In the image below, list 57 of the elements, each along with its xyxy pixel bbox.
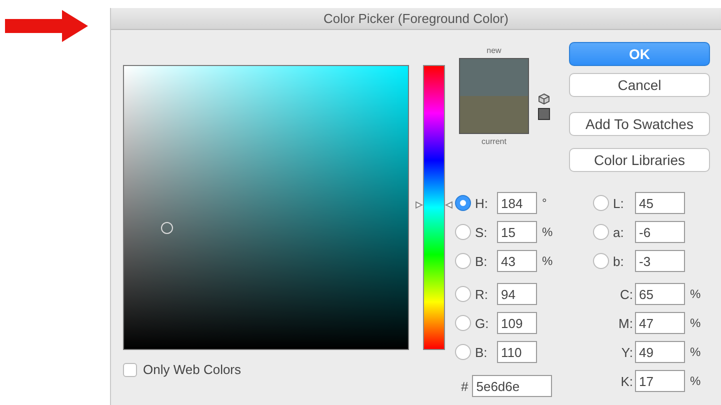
value-field[interactable]: 49 <box>635 341 685 363</box>
field-label: B: <box>475 254 488 268</box>
field-label: G: <box>475 316 490 330</box>
value-field[interactable]: 94 <box>497 283 537 305</box>
field-label: M: <box>618 316 634 330</box>
field-label: S: <box>475 224 488 240</box>
value-field[interactable]: 43 <box>497 250 537 272</box>
unit-label: % <box>690 287 701 301</box>
color-field[interactable] <box>123 65 409 350</box>
field-label: b: <box>613 254 625 268</box>
hue-slider[interactable] <box>415 65 453 350</box>
hex-field[interactable]: 5e6d6e <box>472 375 552 397</box>
radio-button[interactable] <box>455 253 471 269</box>
unit-label: % <box>542 225 553 239</box>
value-field[interactable]: 17 <box>635 370 685 392</box>
radio-button[interactable] <box>455 315 471 331</box>
unit-label: % <box>542 254 553 268</box>
field-label: L: <box>613 196 625 210</box>
value-field[interactable]: 65 <box>635 283 685 305</box>
value-field[interactable]: 110 <box>497 341 537 363</box>
cube-icon[interactable] <box>538 93 550 105</box>
dialog-button[interactable]: Color Libraries <box>569 148 710 172</box>
checkbox-label: Only Web Colors <box>143 362 242 377</box>
value-field[interactable]: 15 <box>497 221 537 243</box>
checkbox[interactable] <box>123 362 137 376</box>
hex-label: # <box>461 378 468 394</box>
window-title: Color Picker (Foreground Color) <box>324 11 508 26</box>
value-field[interactable]: 45 <box>635 192 685 214</box>
field-label: K: <box>620 374 634 388</box>
radio-button[interactable] <box>455 224 471 240</box>
radio-button[interactable] <box>593 195 609 211</box>
unit-label: % <box>690 345 701 359</box>
slider-handle[interactable] <box>415 200 453 209</box>
value-field[interactable]: 47 <box>635 312 685 334</box>
radio-button[interactable] <box>455 195 471 211</box>
radio-button[interactable] <box>455 286 471 302</box>
picker-marker[interactable] <box>161 222 173 234</box>
dialog-button[interactable]: Add To Swatches <box>569 112 710 136</box>
field-label: Y: <box>620 344 634 360</box>
field-label: R: <box>475 286 489 302</box>
unit-label: % <box>690 316 701 330</box>
field-label: B: <box>475 344 488 360</box>
radio-button[interactable] <box>593 253 609 269</box>
field-label: C: <box>619 286 634 302</box>
radio-button[interactable] <box>455 344 471 360</box>
unit-label: % <box>690 374 701 388</box>
value-field[interactable]: -6 <box>635 221 685 243</box>
unit-label: ° <box>542 196 547 210</box>
field-label: a: <box>613 224 625 240</box>
preview-label: current <box>482 137 506 146</box>
dialog-button[interactable]: Cancel <box>569 73 710 97</box>
value-field[interactable]: -3 <box>635 250 685 272</box>
value-field[interactable]: 109 <box>497 312 537 334</box>
field-label: H: <box>475 196 489 210</box>
preview-label: new <box>486 46 502 55</box>
radio-button[interactable] <box>593 224 609 240</box>
value-field[interactable]: 184 <box>497 192 537 214</box>
